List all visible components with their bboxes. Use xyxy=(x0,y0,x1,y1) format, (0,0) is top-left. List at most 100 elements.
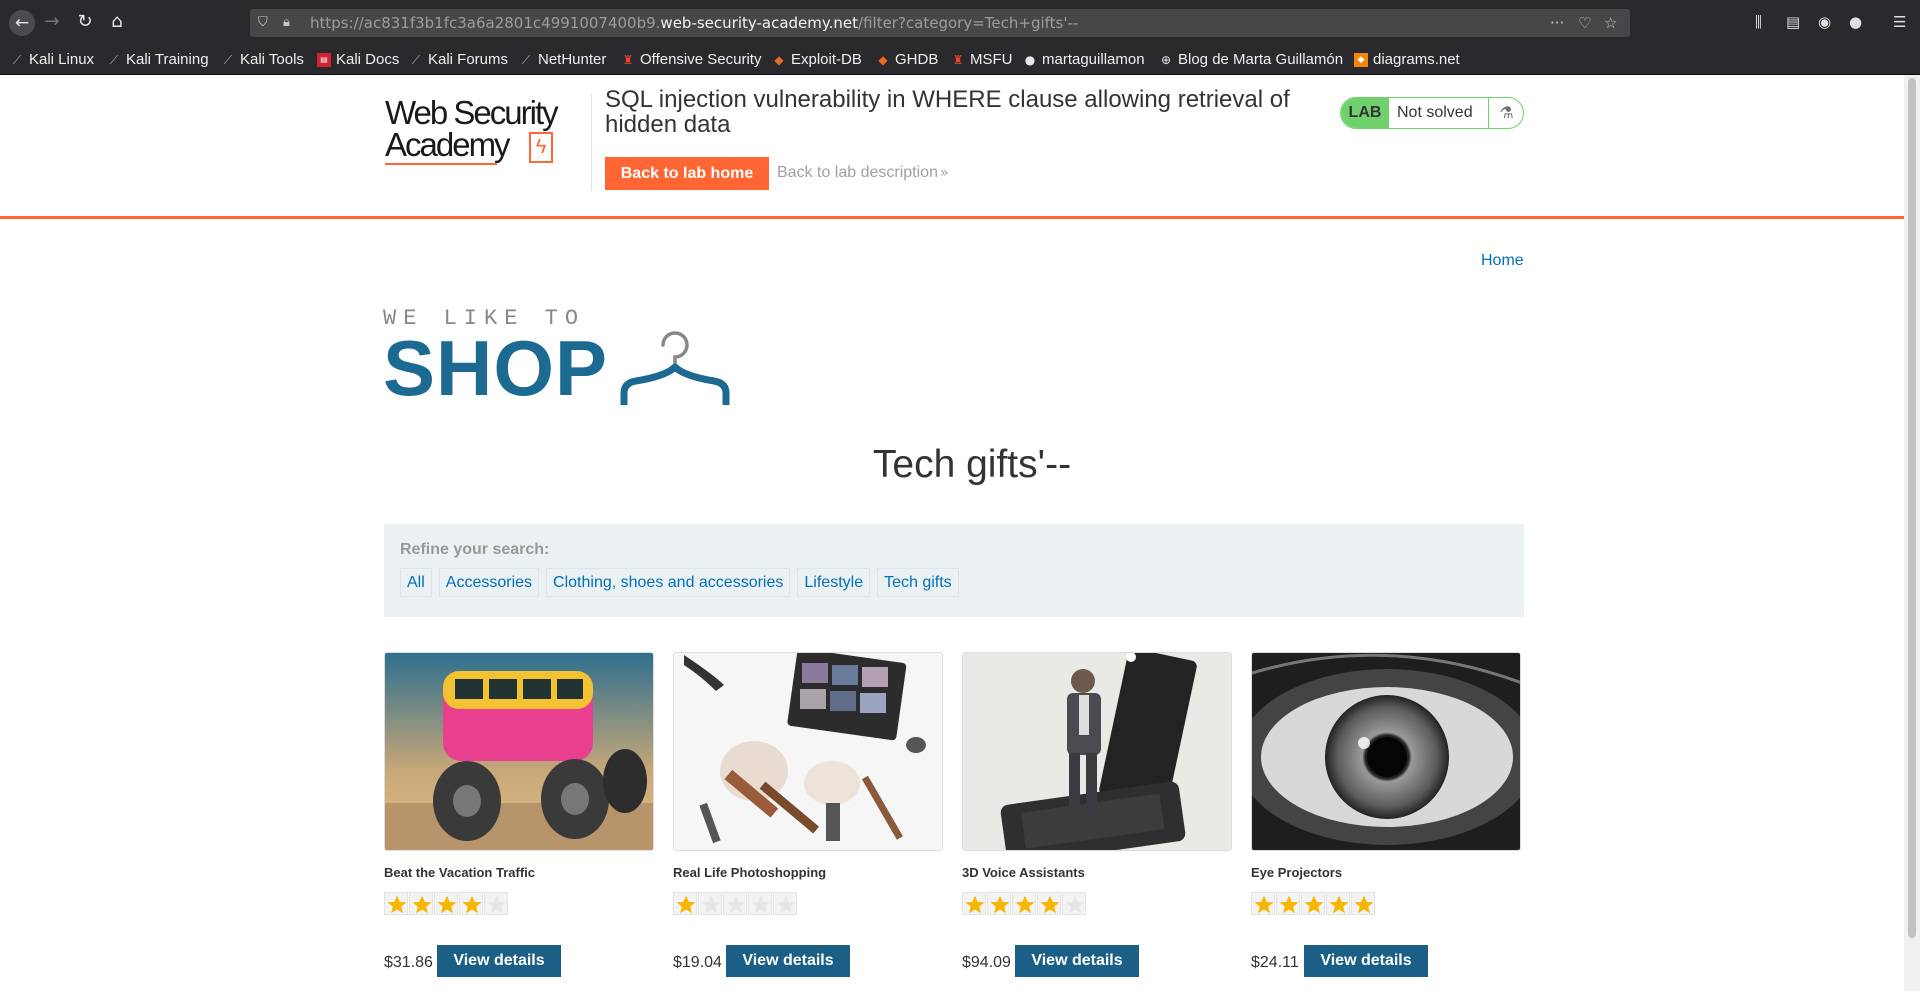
double-chevron-right-icon: » xyxy=(939,165,949,181)
star-filled-icon xyxy=(1037,892,1061,915)
filter-panel: Refine your search: All Accessories Clot… xyxy=(384,524,1524,617)
product-rating xyxy=(962,892,1086,915)
view-details-button[interactable]: View details xyxy=(437,945,561,977)
url-text[interactable]: https://ac831f3b1fc3a6a2801c4991007400b9… xyxy=(310,14,1078,32)
product-name: Eye Projectors xyxy=(1251,865,1343,880)
product-price: $24.11 xyxy=(1251,954,1299,971)
page-scrollbar[interactable] xyxy=(1904,75,1920,991)
header-divider xyxy=(591,93,592,191)
product-image[interactable] xyxy=(384,652,654,851)
globe-icon: ⊕ xyxy=(1160,53,1172,67)
star-filled-icon xyxy=(1012,892,1036,915)
view-details-button[interactable]: View details xyxy=(726,945,850,977)
bookmark-item[interactable]: ⟋ Kali Training xyxy=(107,50,209,70)
product-image[interactable] xyxy=(1251,652,1521,851)
product-card: Eye Projectors $24.11 View details xyxy=(1251,652,1521,991)
star-filled-icon xyxy=(384,892,408,915)
star-filled-icon xyxy=(1251,892,1275,915)
bookmark-item[interactable]: ⟋ NetHunter xyxy=(519,50,607,70)
category-title: Tech gifts'-- xyxy=(872,443,1072,486)
bookmark-item[interactable]: ♜ Offensive Security xyxy=(621,50,762,70)
star-filled-icon xyxy=(673,892,697,915)
library-icon[interactable]: ⫼ xyxy=(1755,11,1762,33)
reload-button[interactable]: ↻ xyxy=(74,11,96,33)
product-image[interactable] xyxy=(673,652,943,851)
kali-dragon-icon: ⟋ xyxy=(109,53,119,67)
product-name: 3D Voice Assistants xyxy=(962,865,1085,880)
address-bar[interactable]: ⛉ 🔒︎ https://ac831f3b1fc3a6a2801c4991007… xyxy=(250,9,1630,37)
view-details-button[interactable]: View details xyxy=(1015,945,1139,977)
bookmark-item[interactable]: ⊕ Blog de Marta Guillamón xyxy=(1159,50,1343,70)
filter-accessories[interactable]: Accessories xyxy=(438,568,540,597)
back-button[interactable]: ← xyxy=(9,10,35,36)
product-card: Beat the Vacation Traffic $31.86 View de… xyxy=(384,652,654,991)
web-security-academy-logo[interactable]: Web Security Academy ϟ xyxy=(385,93,565,167)
scrollbar-thumb[interactable] xyxy=(1908,78,1916,938)
pocket-icon[interactable]: ♡ xyxy=(1578,13,1591,33)
star-filled-icon xyxy=(962,892,986,915)
view-details-button[interactable]: View details xyxy=(1304,945,1428,977)
menu-icon[interactable]: ☰ xyxy=(1893,11,1906,33)
kali-docs-icon: ▤ xyxy=(317,53,331,67)
home-link[interactable]: Home xyxy=(1481,251,1524,271)
product-rating xyxy=(673,892,797,915)
page-actions-icon[interactable]: ··· xyxy=(1550,13,1564,33)
product-card: 3D Voice Assistants $94.09 View details xyxy=(962,652,1232,991)
github-icon: ● xyxy=(1024,53,1036,67)
bookmark-item[interactable]: ▤ Kali Docs xyxy=(317,50,399,70)
product-price: $94.09 xyxy=(962,954,1011,971)
account-icon[interactable]: ◉ xyxy=(1818,11,1831,33)
star-empty-icon xyxy=(1062,892,1086,915)
bookmark-item[interactable]: ● martaguillamon xyxy=(1023,50,1145,70)
lab-status-widget: LAB Not solved ⚗ xyxy=(1340,97,1524,129)
bookmark-item[interactable]: ⟋ Kali Linux xyxy=(10,50,94,70)
lab-status-text: Not solved xyxy=(1397,104,1473,121)
bookmark-item[interactable]: ◆ GHDB xyxy=(876,50,938,70)
bookmark-item[interactable]: ⟋ Kali Forums xyxy=(409,50,508,70)
refine-search-label: Refine your search: xyxy=(400,541,550,558)
bookmark-item[interactable]: ◆ Exploit-DB xyxy=(772,50,861,70)
extension-icon[interactable]: ● xyxy=(1849,11,1862,33)
bookmark-item[interactable]: ♜ MSFU xyxy=(951,50,1013,70)
offsec-icon: ♜ xyxy=(622,53,634,67)
product-price: $31.86 xyxy=(384,954,433,971)
bookmark-item[interactable]: ⟋ Kali Tools xyxy=(221,50,304,70)
kali-dragon-icon: ⟋ xyxy=(12,53,22,67)
kali-dragon-icon: ⟋ xyxy=(411,53,421,67)
star-filled-icon xyxy=(1351,892,1375,915)
filter-clothing[interactable]: Clothing, shoes and accessories xyxy=(546,568,791,597)
exploit-db-icon: ◆ xyxy=(878,53,888,67)
bookmark-item[interactable]: ◆ diagrams.net xyxy=(1354,50,1460,70)
lab-header: Web Security Academy ϟ SQL injection vul… xyxy=(0,75,1904,219)
back-to-lab-home-button[interactable]: Back to lab home xyxy=(605,157,769,190)
kali-dragon-icon: ⟋ xyxy=(521,53,531,67)
home-button[interactable]: ⌂ xyxy=(106,11,128,33)
star-empty-icon xyxy=(698,892,722,915)
tracking-shield-icon[interactable]: ⛉ xyxy=(258,13,268,33)
product-image[interactable] xyxy=(962,652,1232,851)
star-filled-icon xyxy=(459,892,483,915)
filter-links: All Accessories Clothing, shoes and acce… xyxy=(400,568,959,597)
star-filled-icon xyxy=(987,892,1011,915)
lock-icon[interactable]: 🔒︎ xyxy=(283,13,290,33)
browser-toolbar: ← → ↻ ⌂ ⛉ 🔒︎ https://ac831f3b1fc3a6a2801… xyxy=(0,0,1920,44)
lightning-bolt-icon: ϟ xyxy=(529,132,553,163)
product-name: Real Life Photoshopping xyxy=(673,865,827,880)
kali-dragon-icon: ⟋ xyxy=(223,53,233,67)
back-to-lab-description-link[interactable]: Back to lab description» xyxy=(777,163,949,183)
filter-tech-gifts[interactable]: Tech gifts xyxy=(877,568,959,597)
offsec-icon: ♜ xyxy=(952,53,964,67)
sidebar-icon[interactable]: ▤ xyxy=(1786,11,1800,33)
diagrams-icon: ◆ xyxy=(1354,53,1368,67)
star-empty-icon xyxy=(484,892,508,915)
star-filled-icon xyxy=(1301,892,1325,915)
lab-badge: LAB xyxy=(1341,98,1389,128)
shop-logo: WE LIKE TO SHOP xyxy=(383,307,743,412)
web-page: Web Security Academy ϟ SQL injection vul… xyxy=(0,75,1904,991)
filter-lifestyle[interactable]: Lifestyle xyxy=(797,568,871,597)
bookmark-star-icon[interactable]: ☆ xyxy=(1604,13,1617,33)
star-filled-icon xyxy=(409,892,433,915)
product-name: Beat the Vacation Traffic xyxy=(384,865,535,880)
filter-all[interactable]: All xyxy=(400,568,432,597)
forward-button[interactable]: → xyxy=(41,11,63,33)
